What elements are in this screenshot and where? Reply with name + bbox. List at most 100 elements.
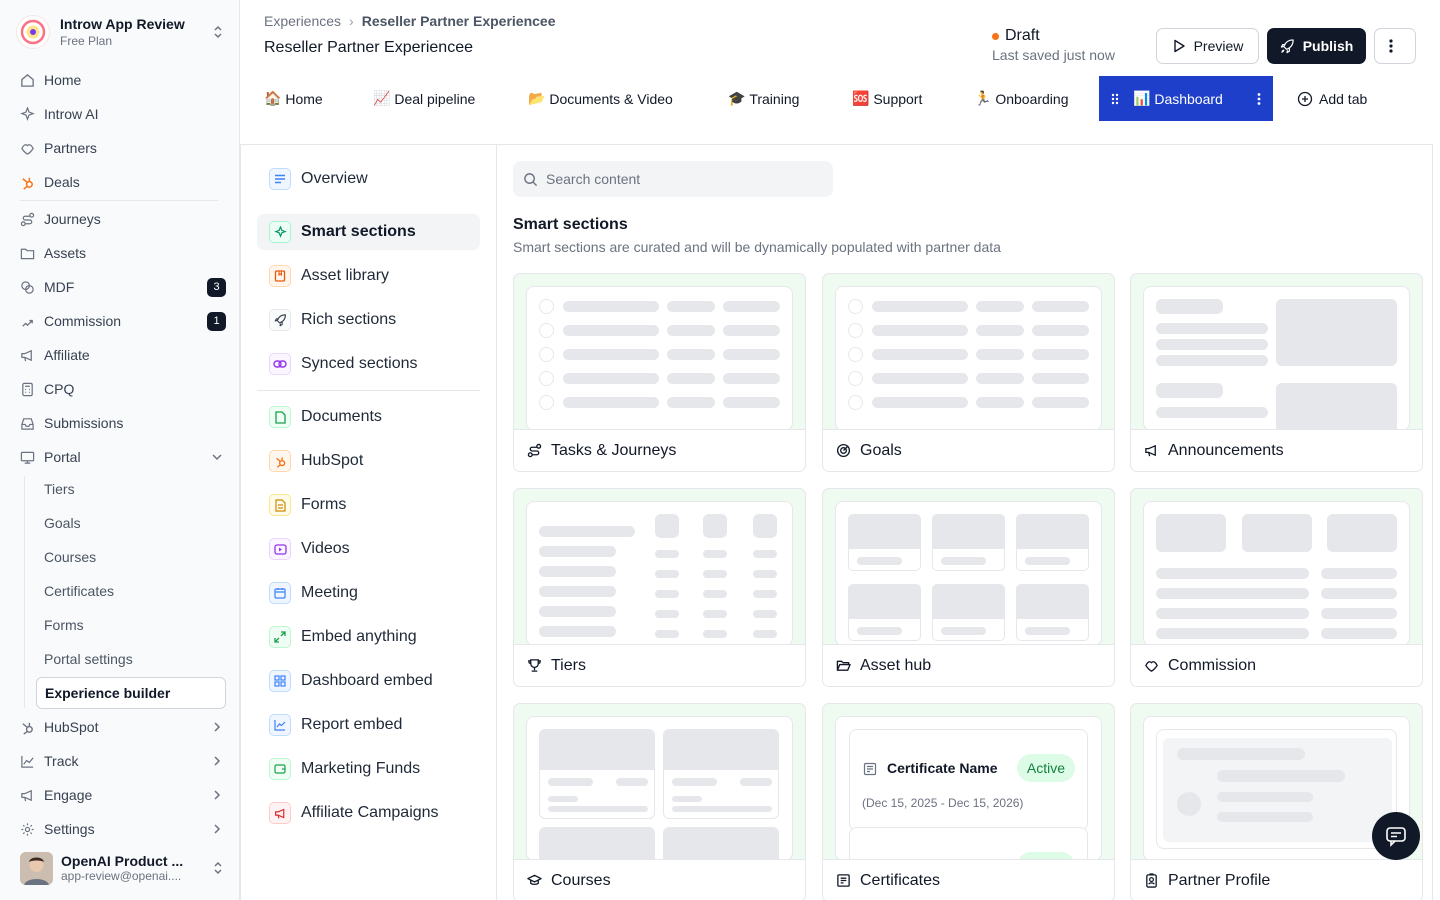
megaphone-icon [21, 349, 32, 361]
content-nav-label: HubSpot [301, 452, 364, 469]
chevron-right-icon [214, 790, 221, 800]
sidebar-item-journeys[interactable]: Journeys [12, 204, 228, 234]
sidebar-subitem-goals[interactable]: Goals [36, 508, 226, 538]
sidebar-subitem-tiers[interactable]: Tiers [36, 474, 226, 504]
certificate-preview-item: Certificate Name Active [849, 827, 1088, 860]
content-nav-marketing-funds[interactable]: Marketing Funds [257, 751, 480, 787]
chat-launcher-button[interactable] [1372, 812, 1420, 860]
user-menu[interactable]: OpenAI Product ... app-review@openai.... [20, 850, 224, 886]
content-nav-report-embed[interactable]: Report embed [257, 707, 480, 743]
tab-training[interactable]: 🎓 Training [728, 76, 799, 121]
page-title[interactable]: Reseller Partner Experiencee [264, 39, 473, 57]
sidebar-item-introw-ai[interactable]: Introw AI [12, 99, 228, 129]
status-badge: Active [1016, 754, 1075, 782]
search-input[interactable] [546, 171, 816, 187]
content-nav-dashboard-embed[interactable]: Dashboard embed [257, 663, 480, 699]
tab-dashboard[interactable]: 📊 Dashboard [1099, 76, 1273, 121]
section-card-partner-profile[interactable]: Partner Profile [1130, 703, 1423, 900]
sidebar-item-affiliate[interactable]: Affiliate [12, 340, 228, 370]
section-card-courses[interactable]: Courses [513, 703, 806, 900]
rocket-icon [269, 309, 291, 331]
section-card-tasks-journeys[interactable]: Tasks & Journeys [513, 273, 806, 472]
drag-handle-icon[interactable] [1111, 93, 1119, 105]
sidebar-item-settings[interactable]: Settings [12, 814, 228, 844]
trophy-icon [528, 659, 541, 672]
content-nav-rich-sections[interactable]: Rich sections [257, 302, 480, 338]
content-nav-documents[interactable]: Documents [257, 399, 480, 435]
sidebar-subitem-experience-builder[interactable]: Experience builder [36, 677, 226, 709]
content-nav-hubspot[interactable]: HubSpot [257, 443, 480, 479]
section-card-announcements[interactable]: Announcements [1130, 273, 1423, 472]
sidebar-subitem-certificates[interactable]: Certificates [36, 576, 226, 606]
content-nav-label: Synced sections [301, 355, 418, 372]
content-nav-label: Overview [301, 170, 368, 187]
sidebar-item-track[interactable]: Track [12, 746, 228, 776]
content-nav-overview[interactable]: Overview [257, 161, 480, 197]
dashboard-icon [269, 670, 291, 692]
section-card-asset-hub[interactable]: Asset hub [822, 488, 1115, 687]
sidebar-item-label: Submissions [44, 415, 124, 431]
section-card-tiers[interactable]: Tiers [513, 488, 806, 687]
card-preview [1143, 286, 1410, 431]
section-card-goals[interactable]: Goals [822, 273, 1115, 472]
content-nav-divider [257, 390, 480, 391]
content-nav-embed-anything[interactable]: Embed anything [257, 619, 480, 655]
line-chart-icon [21, 755, 34, 768]
sos-emoji-icon: 🆘 [852, 90, 870, 106]
megaphone-icon [269, 802, 291, 824]
sidebar-item-label: Home [44, 72, 82, 88]
more-options-button[interactable] [1374, 28, 1416, 64]
sidebar-item-hubspot[interactable]: HubSpot [12, 712, 228, 742]
sidebar-item-submissions[interactable]: Submissions [12, 408, 228, 438]
content-search[interactable] [513, 161, 833, 197]
publish-button[interactable]: Publish [1267, 28, 1366, 64]
bookmark-book-icon [269, 265, 291, 287]
card-preview [835, 501, 1102, 646]
section-card-certificates[interactable]: Certificate Name Active (Dec 15, 2025 - … [822, 703, 1115, 900]
calculator-icon [22, 382, 33, 396]
tab-label: Training [749, 90, 800, 107]
panel-border [240, 144, 241, 900]
inbox-icon [21, 417, 34, 430]
sidebar-item-commission[interactable]: Commission 1 [12, 306, 228, 336]
graduation-cap-emoji-icon: 🎓 [728, 90, 746, 106]
tab-onboarding[interactable]: 🏃 Onboarding [974, 76, 1069, 121]
sidebar-subitem-forms[interactable]: Forms [36, 610, 226, 640]
content-nav-asset-library[interactable]: Asset library [257, 258, 480, 294]
content-nav-forms[interactable]: Forms [257, 487, 480, 523]
kebab-menu-icon[interactable] [1257, 92, 1261, 106]
preview-button-label: Preview [1193, 38, 1244, 54]
section-card-commission[interactable]: Commission [1130, 488, 1423, 687]
preview-button[interactable]: Preview [1156, 28, 1259, 64]
sidebar-item-assets[interactable]: Assets [12, 238, 228, 268]
content-nav-affiliate-campaigns[interactable]: Affiliate Campaigns [257, 795, 480, 831]
breadcrumb: Experiences › Reseller Partner Experienc… [264, 13, 556, 29]
coins-icon [21, 280, 34, 294]
tab-documents-video[interactable]: 📂 Documents & Video [528, 76, 673, 121]
megaphone-icon [1145, 444, 1156, 457]
tab-support[interactable]: 🆘 Support [852, 76, 922, 121]
video-icon [269, 538, 291, 560]
sidebar-item-cpq[interactable]: CPQ [12, 374, 228, 404]
sidebar-item-portal[interactable]: Portal [12, 442, 228, 472]
sidebar-subitem-courses[interactable]: Courses [36, 542, 226, 572]
sidebar-item-partners[interactable]: Partners [12, 133, 228, 163]
workspace-switcher[interactable]: Introw App Review Free Plan [16, 12, 224, 52]
mdf-count-badge: 3 [207, 277, 226, 297]
chart-emoji-icon: 📈 [373, 90, 391, 106]
add-tab-button[interactable]: Add tab [1297, 76, 1367, 121]
tab-deal-pipeline[interactable]: 📈 Deal pipeline [373, 76, 475, 121]
tab-home[interactable]: 🏠 Home [264, 76, 323, 121]
save-status: Draft Last saved just now [992, 27, 1115, 63]
breadcrumb-experiences-link[interactable]: Experiences [264, 13, 341, 29]
sidebar-item-mdf[interactable]: MDF 3 [12, 272, 228, 302]
content-nav-synced-sections[interactable]: Synced sections [257, 346, 480, 382]
content-nav-meeting[interactable]: Meeting [257, 575, 480, 611]
sidebar-subitem-portal-settings[interactable]: Portal settings [36, 644, 226, 674]
card-label: Goals [860, 441, 902, 459]
sidebar-item-deals[interactable]: Deals [12, 167, 228, 197]
content-nav-videos[interactable]: Videos [257, 531, 480, 567]
sidebar-item-home[interactable]: Home [12, 65, 228, 95]
sidebar-item-engage[interactable]: Engage [12, 780, 228, 810]
content-nav-smart-sections[interactable]: Smart sections [257, 214, 480, 250]
